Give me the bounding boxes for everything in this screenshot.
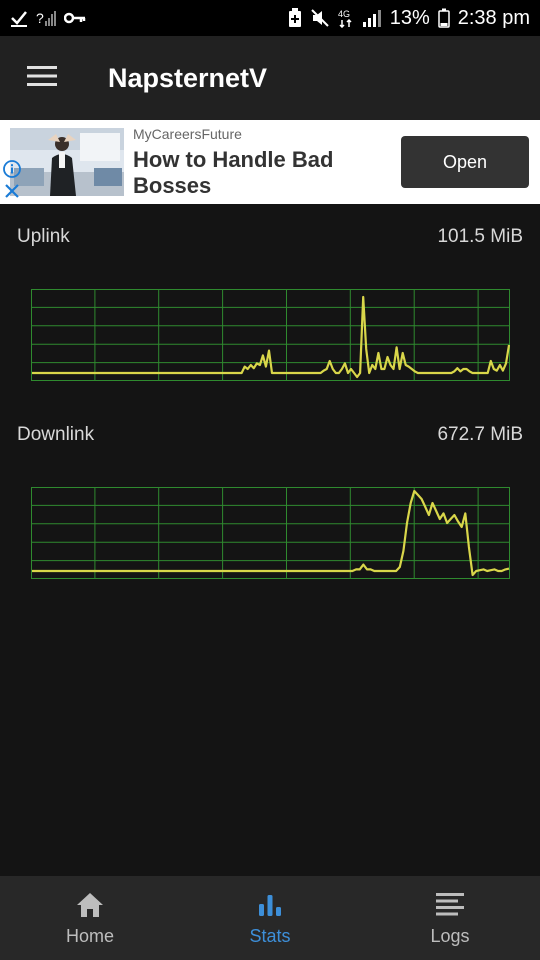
ad-banner[interactable]: MyCareersFuture How to Handle Bad Bosses… xyxy=(0,120,540,204)
info-icon xyxy=(2,160,22,183)
bottom-navigation: Home Stats Logs xyxy=(0,876,540,960)
ad-advertiser: MyCareersFuture xyxy=(133,126,242,142)
menu-button[interactable] xyxy=(0,36,84,120)
key-icon xyxy=(64,7,86,29)
nav-logs[interactable]: Logs xyxy=(360,876,540,960)
downlink-graph-border xyxy=(31,487,510,579)
uplink-graph xyxy=(31,289,510,381)
ad-open-button[interactable]: Open xyxy=(401,136,529,188)
network-4g-text: 4G xyxy=(338,9,350,19)
battery-saver-icon xyxy=(288,7,302,29)
list-icon xyxy=(435,890,465,920)
svg-text:?: ? xyxy=(36,10,44,26)
app-bar: NapsternetV xyxy=(0,36,540,120)
downlink-label: Downlink xyxy=(17,424,95,445)
ad-close-button[interactable] xyxy=(3,182,21,205)
no-signal-icon: ? xyxy=(36,7,56,29)
downlink-series-line xyxy=(32,489,510,577)
uplink-label: Uplink xyxy=(17,226,70,247)
bar-chart-icon xyxy=(257,890,283,920)
close-icon xyxy=(3,184,21,204)
mute-icon xyxy=(310,7,330,29)
app-title: NapsternetV xyxy=(108,62,268,93)
hamburger-menu-icon xyxy=(27,65,57,91)
nav-home[interactable]: Home xyxy=(0,876,180,960)
downlink-graph xyxy=(31,487,510,579)
nav-stats[interactable]: Stats xyxy=(180,876,360,960)
uplink-series-line xyxy=(32,295,510,379)
ad-headline[interactable]: How to Handle Bad Bosses xyxy=(133,147,383,199)
nav-home-label: Home xyxy=(65,925,114,946)
clock: 2:38 pm xyxy=(457,6,530,29)
uplink-value: 101.5 MiB xyxy=(437,226,523,247)
nav-stats-label: Stats xyxy=(249,925,291,946)
home-icon xyxy=(75,890,105,920)
battery-percent: 13% xyxy=(389,6,430,29)
signal-strength-icon xyxy=(362,7,382,29)
ad-info-button[interactable] xyxy=(2,159,22,184)
network-4g-icon: 4G xyxy=(338,7,354,29)
check-notification-icon xyxy=(10,7,28,29)
nav-logs-label: Logs xyxy=(430,925,470,946)
ad-image[interactable] xyxy=(10,128,124,196)
downlink-value: 672.7 MiB xyxy=(437,424,523,445)
battery-icon xyxy=(437,7,450,29)
status-bar: ? 4G 13% 2:38 pm xyxy=(0,0,540,36)
